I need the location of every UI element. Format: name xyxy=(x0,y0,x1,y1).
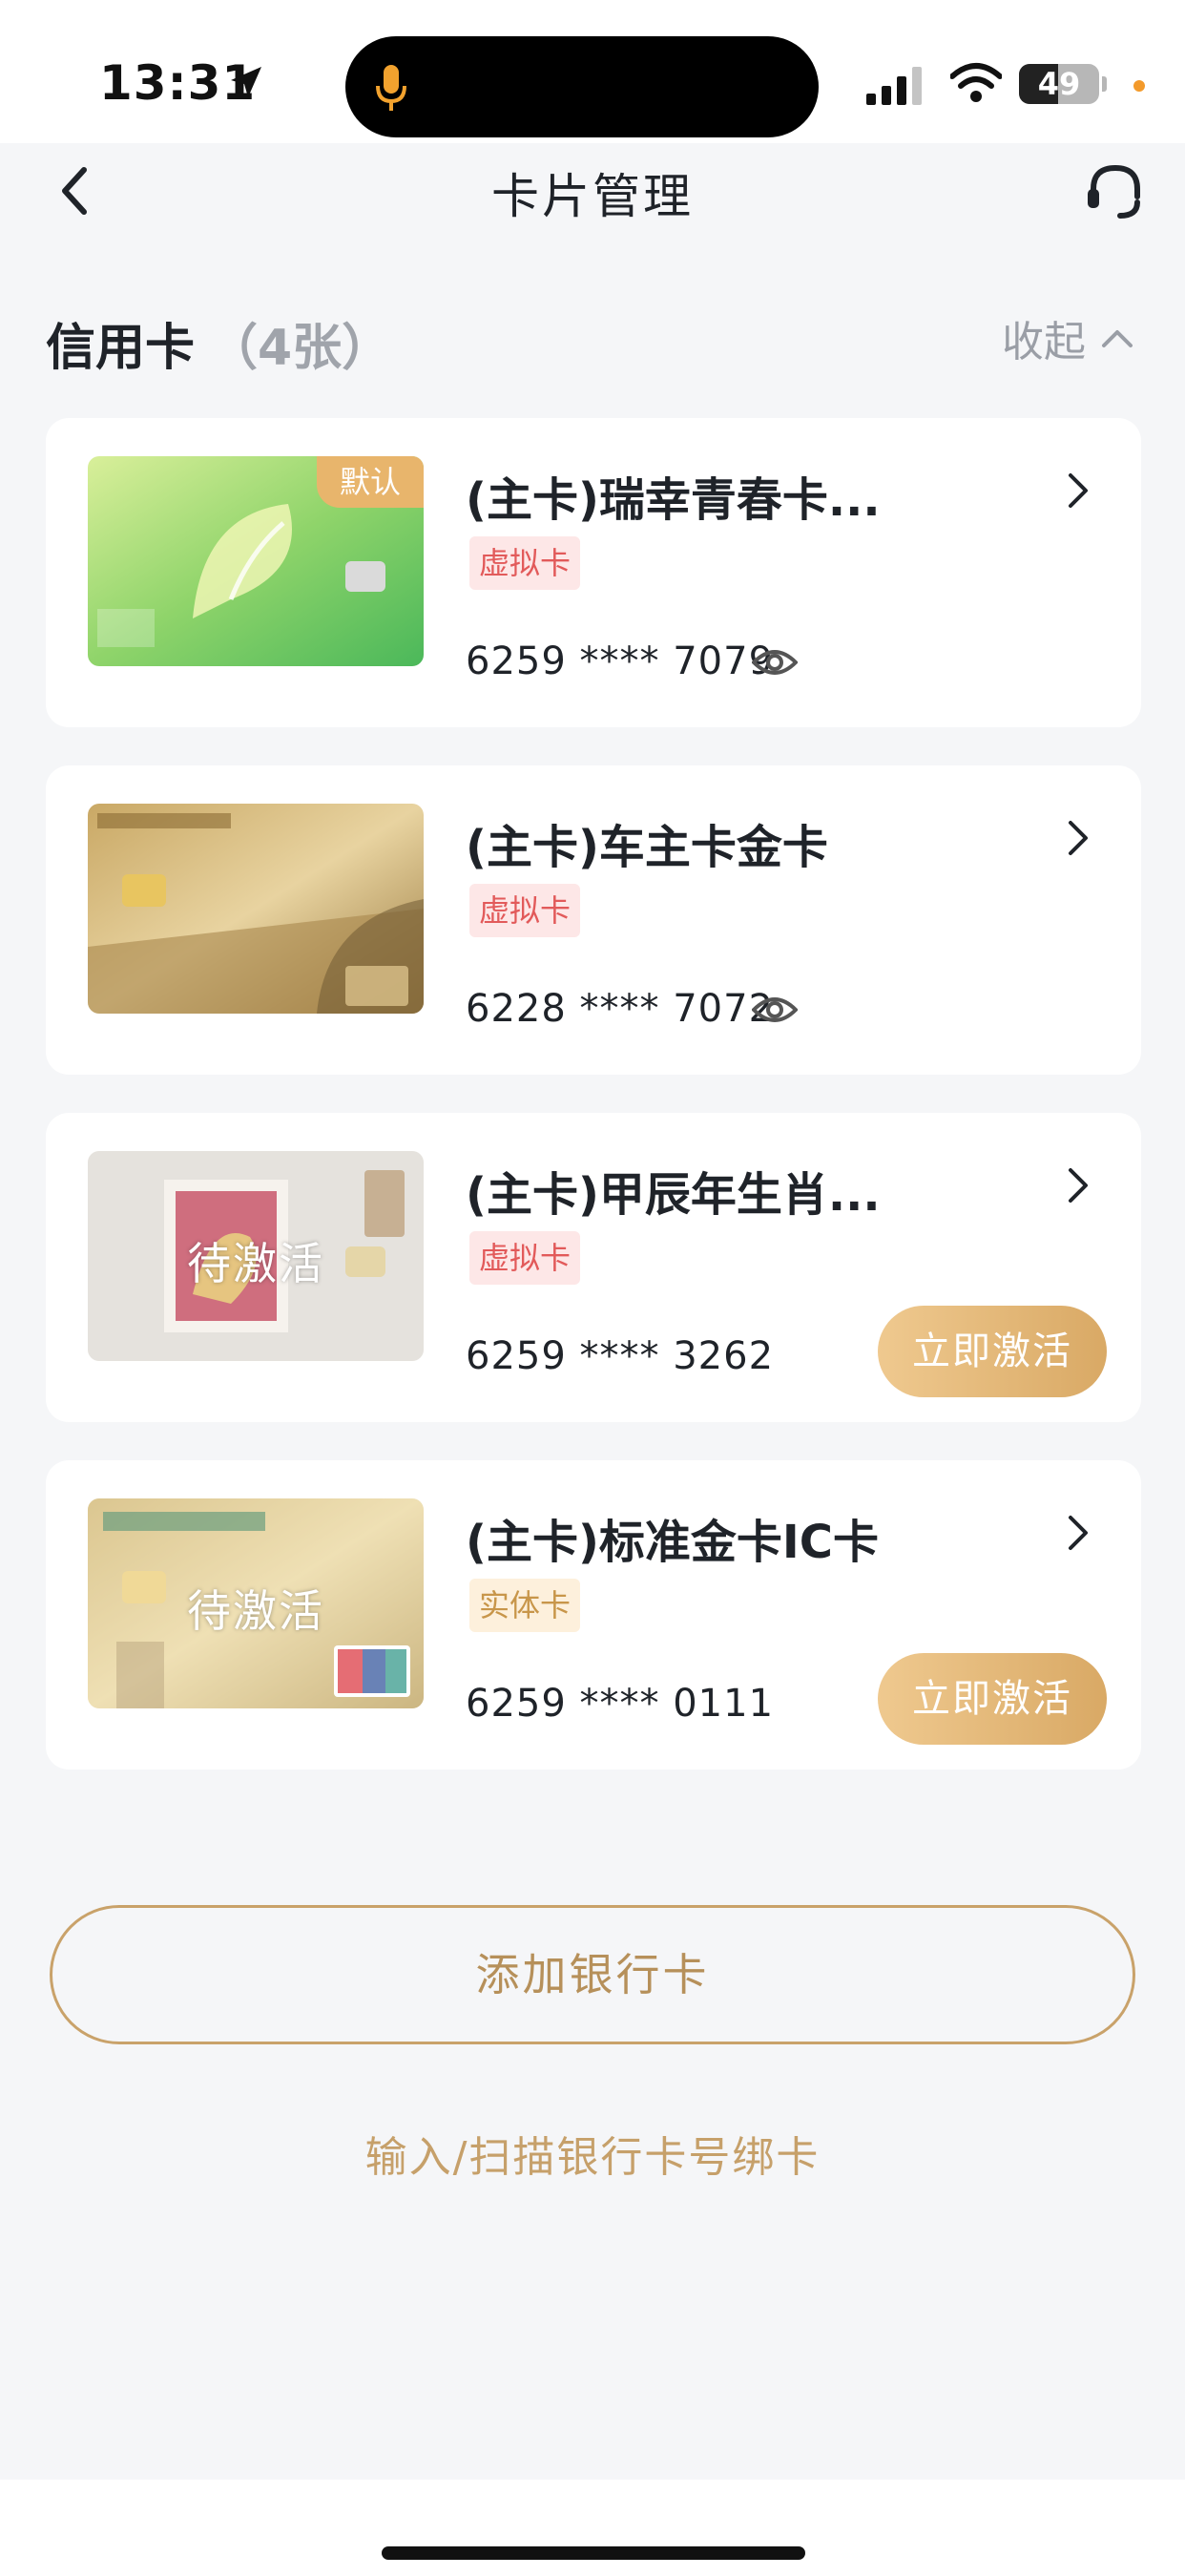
page-title: 卡片管理 xyxy=(491,169,694,224)
chevron-right-icon xyxy=(1069,1516,1088,1550)
chevron-up-icon xyxy=(1102,330,1133,347)
wifi-icon xyxy=(950,63,1002,102)
card-image: 待激活 xyxy=(88,1151,424,1361)
eye-icon[interactable] xyxy=(752,643,798,681)
bind-card-link[interactable]: 输入/扫描银行卡号绑卡 xyxy=(0,2123,1185,2184)
dynamic-island xyxy=(345,36,819,137)
card-number: 6259 **** 0111 xyxy=(466,1682,775,1726)
battery-cap xyxy=(1102,76,1107,92)
activate-button[interactable]: 立即激活 xyxy=(878,1653,1107,1745)
eye-icon[interactable] xyxy=(752,991,798,1029)
chevron-right-icon xyxy=(1069,821,1088,855)
card-image: 待激活 xyxy=(88,1498,424,1708)
chevron-right-icon xyxy=(1069,473,1088,508)
default-badge: 默认 xyxy=(317,456,424,508)
activate-button[interactable]: 立即激活 xyxy=(878,1306,1107,1397)
card-art xyxy=(88,804,424,1014)
section-title: 信用卡 xyxy=(46,320,196,377)
card-type-tag: 虚拟卡 xyxy=(469,1231,581,1285)
bottom-bar xyxy=(0,2480,1185,2576)
card-number: 6259 **** 3262 xyxy=(466,1334,775,1378)
collapse-button[interactable]: 收起 xyxy=(1002,311,1133,367)
card-type-tag: 虚拟卡 xyxy=(469,884,581,937)
card-image: 默认 xyxy=(88,456,424,666)
credit-card-item[interactable]: 默认 (主卡)瑞幸青春卡... 虚拟卡 6259 **** 7079 xyxy=(46,418,1141,727)
card-number: 6259 **** 7079 xyxy=(466,639,775,683)
credit-card-item[interactable]: (主卡)车主卡金卡 虚拟卡 6228 **** 7072 xyxy=(46,765,1141,1075)
chevron-right-icon xyxy=(1069,1168,1088,1203)
location-arrow-icon xyxy=(231,67,261,97)
cellular-signal-icon xyxy=(866,67,922,105)
card-name: (主卡)车主卡金卡 xyxy=(466,821,828,874)
headset-icon[interactable] xyxy=(1084,160,1147,223)
collapse-label: 收起 xyxy=(1002,318,1086,367)
card-number: 6228 **** 7072 xyxy=(466,987,775,1031)
card-name: (主卡)甲辰年生肖... xyxy=(466,1168,881,1222)
card-image xyxy=(88,804,424,1014)
status-bar: 13:31 49 卡片管理 xyxy=(0,0,1185,224)
card-type-tag: 实体卡 xyxy=(469,1579,581,1632)
card-name: (主卡)瑞幸青春卡... xyxy=(466,473,881,527)
credit-card-item[interactable]: 待激活 (主卡)标准金卡IC卡 实体卡 6259 **** 0111 立即激活 xyxy=(46,1460,1141,1770)
microphone-icon xyxy=(376,65,406,111)
battery-icon: 49 xyxy=(1019,64,1099,104)
add-bank-card-button[interactable]: 添加银行卡 xyxy=(50,1905,1135,2044)
pending-activation-label: 待激活 xyxy=(187,1238,324,1289)
card-type-tag: 虚拟卡 xyxy=(469,536,581,590)
credit-card-item[interactable]: 待激活 (主卡)甲辰年生肖... 虚拟卡 6259 **** 3262 立即激活 xyxy=(46,1113,1141,1422)
home-indicator[interactable] xyxy=(382,2546,805,2560)
card-name: (主卡)标准金卡IC卡 xyxy=(466,1516,879,1569)
pending-activation-label: 待激活 xyxy=(187,1585,324,1637)
privacy-indicator-dot xyxy=(1133,80,1145,92)
section-count: （4张） xyxy=(208,320,392,377)
battery-percent: 49 xyxy=(1037,66,1081,102)
